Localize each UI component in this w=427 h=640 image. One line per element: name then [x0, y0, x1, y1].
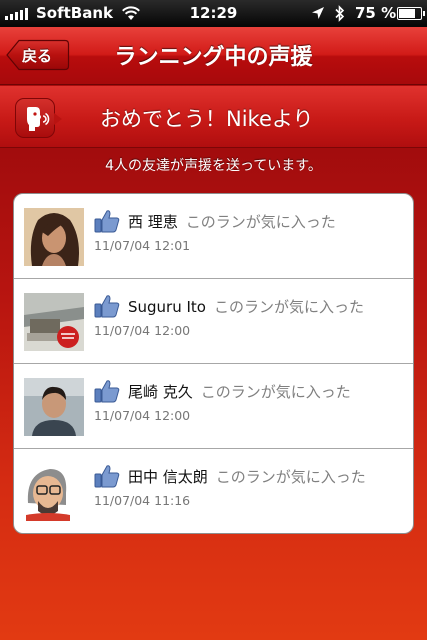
avatar	[24, 208, 84, 266]
page-title: ランニング中の声援	[114, 45, 313, 70]
cheer-timestamp: 11/07/04 12:00	[94, 408, 191, 423]
cheer-timestamp: 11/07/04 11:16	[94, 493, 191, 508]
like-icon	[94, 295, 120, 318]
location-icon	[312, 7, 324, 19]
battery-percent: 75 %	[355, 4, 397, 22]
like-icon	[94, 380, 120, 403]
cheer-timestamp: 11/07/04 12:01	[94, 238, 191, 253]
friend-name: 田中 信太朗	[128, 468, 208, 486]
cheer-message: このランが気に入った	[215, 468, 366, 486]
back-label: 戻る	[22, 47, 53, 65]
nav-bar: 戻る ランニング中の声援	[0, 27, 427, 85]
cheer-message: このランが気に入った	[213, 298, 364, 316]
list-item[interactable]: 西 理恵 このランが気に入った 11/07/04 12:01	[14, 194, 413, 279]
back-button[interactable]: 戻る	[6, 39, 70, 71]
cheer-count-summary: 4人の友達が声援を送っています。	[105, 158, 322, 174]
bluetooth-icon	[335, 5, 345, 22]
friend-name: 西 理恵	[128, 213, 178, 231]
avatar	[24, 463, 84, 521]
list-item[interactable]: 田中 信太朗 このランが気に入った 11/07/04 11:16	[14, 449, 413, 533]
avatar	[24, 293, 84, 351]
cheer-message: このランが気に入った	[200, 383, 351, 401]
cheer-banner[interactable]: おめでとう！Nikeより	[0, 86, 427, 148]
cheer-timestamp: 11/07/04 12:00	[94, 323, 191, 338]
banner-message: おめでとう！Nikeより	[100, 107, 314, 131]
cheer-message: このランが気に入った	[185, 213, 336, 231]
friend-name: Suguru Ito	[128, 298, 206, 316]
status-bar: SoftBank 12:29 75 %	[0, 0, 427, 27]
friend-name: 尾崎 克久	[128, 383, 193, 401]
like-icon	[94, 210, 120, 233]
battery-icon	[397, 7, 425, 20]
list-item[interactable]: 尾崎 克久 このランが気に入った 11/07/04 12:00	[14, 364, 413, 449]
like-icon	[94, 465, 120, 488]
voice-cheer-icon	[15, 98, 62, 138]
cheer-list: 西 理恵 このランが気に入った 11/07/04 12:01 Suguru Ito…	[13, 193, 414, 534]
list-item[interactable]: Suguru Ito このランが気に入った 11/07/04 12:00	[14, 279, 413, 364]
avatar	[24, 378, 84, 436]
